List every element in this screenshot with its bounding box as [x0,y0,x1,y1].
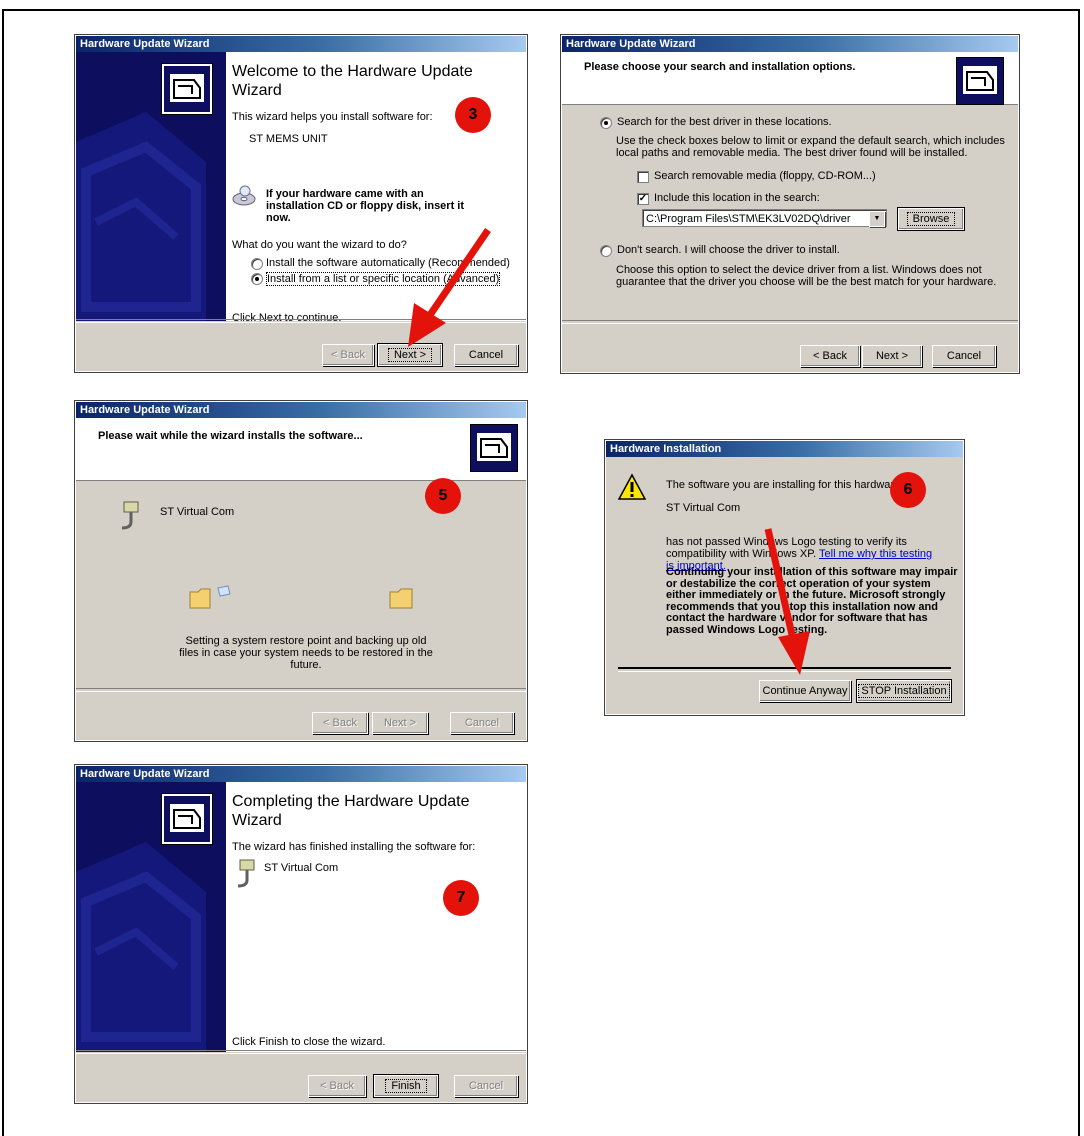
status-text: Setting a system restore point and backi… [179,635,433,671]
path-combobox[interactable]: C:\Program Files\STM\EK3LV02DQ\driver ▼ [642,209,887,227]
header-title: Please choose your search and installati… [584,61,856,73]
back-button[interactable]: < Back [308,1075,366,1097]
back-button[interactable]: < Back [312,712,368,734]
serial-port-icon [118,500,142,532]
title-bar[interactable]: Hardware Update Wizard [562,36,1018,52]
browse-button[interactable]: Browse [897,207,965,231]
intro-text: The wizard has finished installing the s… [232,841,476,853]
wizard-search-window: Hardware Update Wizard Please choose you… [560,34,1020,374]
cancel-button[interactable]: Cancel [932,345,996,367]
next-button[interactable]: Next > [372,712,428,734]
wizard-complete-window: Hardware Update Wizard Completing the Ha… [74,764,528,1104]
check-removable-label[interactable]: Search removable media (floppy, CD-ROM..… [654,170,876,182]
radio-dont-search[interactable] [600,245,612,257]
hardware-wizard-icon [161,63,213,115]
search-description: Use the check boxes below to limit or ex… [616,135,1005,159]
finish-button-label: Finish [385,1079,427,1093]
radio-list[interactable] [251,273,263,285]
wizard-sidebar-graphic [76,782,226,1052]
page-title: Welcome to the Hardware Update Wizard [232,63,473,99]
folder-source-icon [188,584,232,612]
header-title: Please wait while the wizard installs th… [98,430,363,442]
hardware-wizard-icon [470,424,518,472]
wizard-installing-window: Hardware Update Wizard Please wait while… [74,400,528,742]
cd-note: If your hardware came with an installati… [266,188,465,224]
back-button[interactable]: < Back [800,345,860,367]
warning-icon [617,473,647,501]
device-name: ST Virtual Com [160,506,235,518]
dont-description: Choose this option to select the device … [616,264,997,288]
hardware-wizard-icon [956,57,1004,105]
stop-installation-label: STOP Installation [858,684,950,698]
checkbox-removable[interactable] [637,171,649,183]
arrow-pointer-next [408,228,491,347]
checkbox-location[interactable]: ✓ [637,193,649,205]
button-separator [76,688,526,692]
back-button[interactable]: < Back [322,344,374,366]
intro-text: This wizard helps you install software f… [232,111,433,123]
step-badge-5: 5 [425,478,461,514]
dropdown-arrow-icon[interactable]: ▼ [869,211,885,227]
device-name: ST MEMS UNIT [249,133,328,145]
button-separator [76,1050,526,1054]
title-bar[interactable]: Hardware Update Wizard [76,766,526,782]
option-dont-label[interactable]: Don't search. I will choose the driver t… [617,244,840,256]
title-bar[interactable]: Hardware Update Wizard [76,36,526,52]
path-value: C:\Program Files\STM\EK3LV02DQ\driver [646,213,851,225]
step-badge-3: 3 [455,97,491,133]
cancel-button[interactable]: Cancel [450,712,514,734]
cancel-button[interactable]: Cancel [454,1075,518,1097]
device-name: ST Virtual Com [666,502,741,514]
browse-button-label: Browse [906,212,956,226]
title-bar[interactable]: Hardware Installation [606,441,963,457]
arrow-pointer-continue [764,528,810,675]
wizard-sidebar-graphic [76,52,226,321]
button-separator [562,320,1018,324]
serial-port-icon [234,858,258,890]
step-badge-6: 6 [890,472,926,508]
cd-icon [232,184,256,208]
radio-auto[interactable] [251,258,263,270]
finish-button[interactable]: Finish [373,1074,439,1098]
check-location-label[interactable]: Include this location in the search: [654,192,820,204]
wizard-content: Completing the Hardware Update Wizard Th… [226,782,526,1052]
wizard-header: Please wait while the wizard installs th… [76,418,526,481]
page-title: Completing the Hardware Update Wizard [232,793,470,829]
wizard-header: Please choose your search and installati… [562,52,1018,105]
device-name: ST Virtual Com [264,862,339,874]
intro-text: The software you are installing for this… [666,479,904,491]
footer-text: Click Finish to close the wizard. [232,1036,386,1048]
radio-search[interactable] [600,117,612,129]
hardware-wizard-icon [161,793,213,845]
option-search-label[interactable]: Search for the best driver in these loca… [617,116,832,128]
folder-destination-icon [388,588,414,610]
stop-installation-button[interactable]: STOP Installation [856,679,952,703]
question-text: What do you want the wizard to do? [232,239,407,251]
next-button[interactable]: Next > [862,345,922,367]
title-bar[interactable]: Hardware Update Wizard [76,402,526,418]
step-badge-7: 7 [443,880,479,916]
